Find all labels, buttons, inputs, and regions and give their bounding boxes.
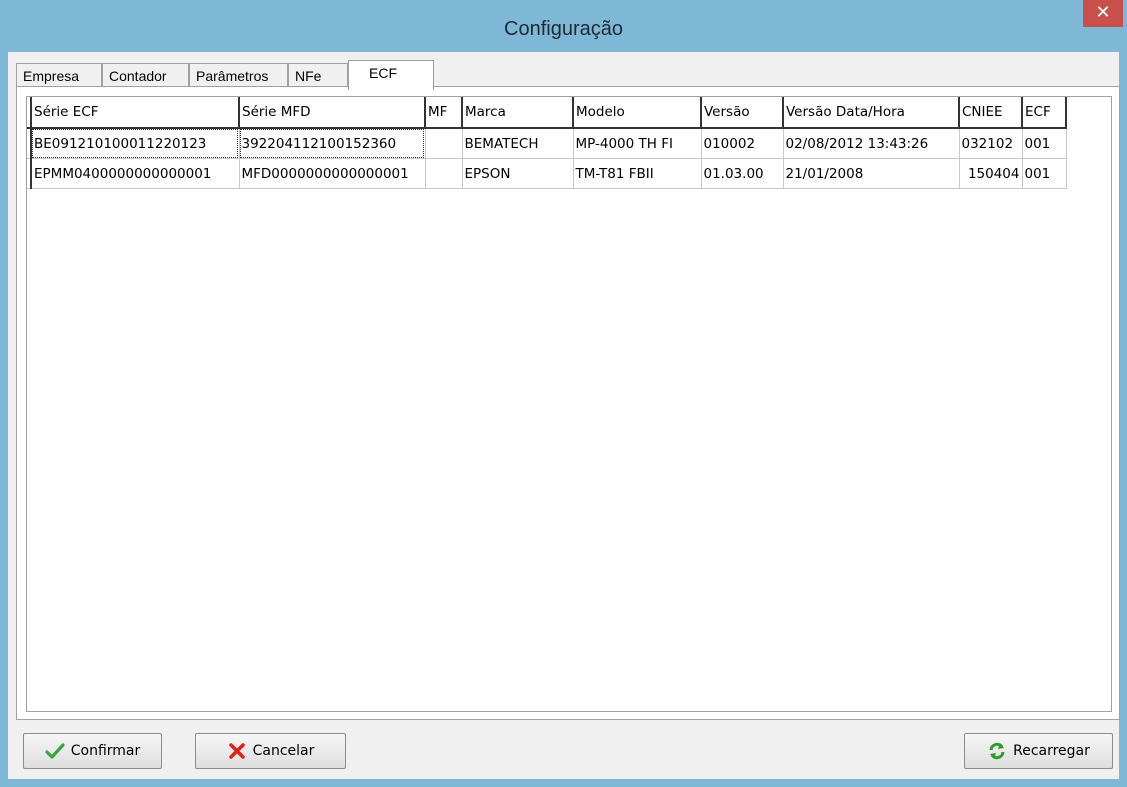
tab-label: NFe [295, 68, 322, 84]
cell-marca[interactable]: BEMATECH [462, 128, 574, 159]
tab-parametros[interactable]: Parâmetros [189, 63, 288, 87]
tab-label: Empresa [23, 68, 80, 84]
cancel-label: Cancelar [252, 743, 315, 759]
cell-versao[interactable]: 01.03.00 [701, 158, 784, 189]
cell-mf[interactable] [425, 158, 463, 189]
cell-cniee[interactable]: 032102 [959, 128, 1023, 159]
tab-label: Contador [109, 68, 167, 84]
ecf-table: Série ECF Série MFD MF Marca Modelo Vers… [27, 97, 1067, 189]
cell-serie-ecf[interactable]: BE091210100011220123 [31, 128, 240, 159]
cell-versao-data-hora[interactable]: 02/08/2012 13:43:26 [783, 128, 960, 159]
close-icon: ✕ [1095, 2, 1111, 23]
column-header-cniee[interactable]: CNIEE [959, 97, 1023, 129]
cell-marca[interactable]: EPSON [462, 158, 574, 189]
tab-label: ECF [369, 65, 397, 81]
title-bar[interactable]: Configuração ✕ [0, 0, 1127, 52]
x-icon [228, 743, 245, 759]
column-header-ecf[interactable]: ECF [1022, 97, 1067, 129]
tab-ecf[interactable]: ECF [348, 60, 434, 90]
cell-serie-mfd[interactable]: MFD0000000000000001 [239, 158, 426, 189]
client-area: Empresa Contador Parâmetros NFe ECF Séri… [8, 52, 1120, 779]
close-button[interactable]: ✕ [1083, 0, 1123, 27]
grid-header-row: Série ECF Série MFD MF Marca Modelo Vers… [27, 97, 1067, 129]
column-header-serie-mfd[interactable]: Série MFD [239, 97, 426, 129]
tab-contador[interactable]: Contador [102, 63, 189, 87]
column-header-versao-data-hora[interactable]: Versão Data/Hora [783, 97, 960, 129]
confirm-label: Confirmar [70, 743, 141, 759]
cell-mf[interactable] [425, 128, 463, 159]
column-header-versao[interactable]: Versão [701, 97, 784, 129]
tab-empresa[interactable]: Empresa [16, 63, 102, 87]
cell-ecf[interactable]: 001 [1022, 158, 1067, 189]
cell-serie-ecf[interactable]: EPMM0400000000000001 [31, 158, 240, 189]
table-row[interactable]: BE091210100011220123 392204112100152360 … [27, 128, 1067, 159]
reload-label: Recarregar [1013, 743, 1090, 759]
refresh-icon [989, 742, 1005, 760]
cell-cniee[interactable]: 150404 [959, 158, 1023, 189]
table-row[interactable]: EPMM0400000000000001 MFD0000000000000001… [27, 158, 1067, 189]
cell-versao[interactable]: 010002 [701, 128, 784, 159]
column-header-marca[interactable]: Marca [462, 97, 574, 129]
cell-ecf[interactable]: 001 [1022, 128, 1067, 159]
cell-modelo[interactable]: MP-4000 TH FI [573, 128, 702, 159]
ecf-tab-panel: Série ECF Série MFD MF Marca Modelo Vers… [16, 86, 1120, 720]
column-header-modelo[interactable]: Modelo [573, 97, 702, 129]
check-icon [45, 743, 65, 759]
window-title: Configuração [504, 18, 623, 40]
tab-nfe[interactable]: NFe [288, 63, 348, 87]
cell-serie-mfd[interactable]: 392204112100152360 [239, 128, 426, 159]
column-header-serie-ecf[interactable]: Série ECF [31, 97, 240, 129]
ecf-grid[interactable]: Série ECF Série MFD MF Marca Modelo Vers… [26, 96, 1112, 712]
cell-versao-data-hora[interactable]: 21/01/2008 [783, 158, 960, 189]
config-window: Configuração ✕ Empresa Contador Parâmetr… [0, 0, 1127, 787]
cancel-button[interactable]: Cancelar [195, 733, 346, 769]
confirm-button[interactable]: Confirmar [23, 733, 162, 769]
tab-label: Parâmetros [196, 68, 269, 84]
cell-modelo[interactable]: TM-T81 FBII [573, 158, 702, 189]
reload-button[interactable]: Recarregar [964, 733, 1113, 769]
column-header-mf[interactable]: MF [425, 97, 463, 129]
